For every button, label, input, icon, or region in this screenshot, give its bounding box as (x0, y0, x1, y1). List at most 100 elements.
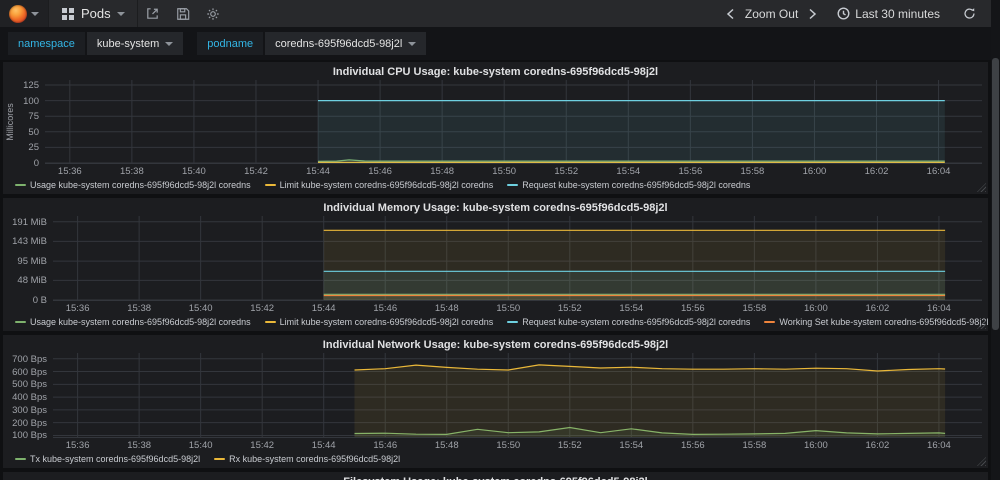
x-tick-label: 15:36 (66, 440, 90, 451)
x-tick-label: 16:04 (927, 440, 951, 451)
x-tick-label: 15:46 (373, 303, 397, 314)
x-tick-label: 15:46 (368, 166, 392, 177)
panel-title[interactable]: Filesystem Usage: kube-system coredns-69… (3, 474, 988, 480)
legend-item[interactable]: Limit kube-system coredns-695f96dcd5-98j… (265, 317, 494, 327)
time-shift-back-button[interactable] (720, 8, 741, 20)
x-tick-label: 15:56 (678, 166, 702, 177)
time-shift-forward-button[interactable] (802, 8, 823, 20)
time-range-label: Last 30 minutes (855, 7, 940, 21)
y-tick-label: 95 MiB (17, 256, 47, 267)
y-tick-label: 600 Bps (12, 367, 47, 378)
dashboard-picker[interactable]: Pods (48, 0, 138, 27)
x-tick-label: 15:40 (182, 166, 206, 177)
panel-title[interactable]: Individual Memory Usage: kube-system cor… (3, 200, 988, 216)
scrollbar-thumb[interactable] (992, 58, 999, 330)
legend-label: Limit kube-system coredns-695f96dcd5-98j… (280, 180, 494, 190)
y-tick-label: 191 MiB (12, 217, 47, 228)
panel-network-usage: Individual Network Usage: kube-system co… (3, 335, 988, 468)
save-button[interactable] (168, 0, 198, 27)
y-tick-label: 25 (28, 142, 39, 153)
legend-label: Request kube-system coredns-695f96dcd5-9… (522, 180, 750, 190)
variable-podname-value: coredns-695f96dcd5-98j2l (275, 38, 402, 50)
x-tick-label: 16:00 (803, 166, 827, 177)
panel-title[interactable]: Individual Network Usage: kube-system co… (3, 337, 988, 353)
variable-podname-dropdown[interactable]: coredns-695f96dcd5-98j2l (265, 32, 426, 55)
legend-item[interactable]: Usage kube-system coredns-695f96dcd5-98j… (15, 317, 251, 327)
y-tick-label: 143 MiB (12, 236, 47, 247)
legend-label: Usage kube-system coredns-695f96dcd5-98j… (30, 317, 251, 327)
refresh-button[interactable] (954, 0, 984, 27)
x-tick-label: 15:54 (619, 440, 643, 451)
y-tick-label: 400 Bps (12, 392, 47, 403)
cpu-chart-plot[interactable] (45, 80, 982, 164)
panel-title[interactable]: Individual CPU Usage: kube-system coredn… (3, 64, 988, 80)
y-axis-ticks: 100 Bps200 Bps300 Bps400 Bps500 Bps600 B… (3, 353, 53, 438)
variable-namespace-dropdown[interactable]: kube-system (87, 32, 183, 55)
share-button[interactable] (138, 0, 168, 27)
dashboard-panels: Individual CPU Usage: kube-system coredn… (0, 60, 1000, 480)
zoom-out-button[interactable]: Zoom Out (745, 7, 798, 21)
x-tick-label: 15:42 (250, 303, 274, 314)
x-tick-label: 15:46 (373, 440, 397, 451)
clock-icon (837, 7, 850, 20)
x-tick-label: 16:02 (866, 440, 890, 451)
y-tick-label: 700 Bps (12, 354, 47, 365)
cpu-legend: Usage kube-system coredns-695f96dcd5-98j… (3, 178, 988, 194)
time-controls: Zoom Out Last 30 minutes (720, 0, 1000, 27)
y-tick-label: 0 B (33, 295, 47, 306)
chevron-down-icon (165, 42, 173, 50)
x-tick-label: 15:50 (496, 440, 520, 451)
time-range-picker[interactable]: Last 30 minutes (827, 7, 950, 21)
y-axis-ticks: 0 B48 MiB95 MiB143 MiB191 MiB (3, 216, 53, 301)
settings-button[interactable] (198, 0, 228, 27)
share-icon (145, 6, 160, 21)
x-tick-label: 15:48 (435, 440, 459, 451)
x-axis-ticks: 15:3615:3815:4015:4215:4415:4615:4815:50… (53, 301, 982, 315)
x-tick-label: 15:56 (681, 440, 705, 451)
x-tick-label: 15:50 (496, 303, 520, 314)
x-tick-label: 16:04 (927, 166, 951, 177)
panel-filesystem-usage: Filesystem Usage: kube-system coredns-69… (3, 472, 988, 480)
x-tick-label: 15:52 (554, 166, 578, 177)
variable-namespace: namespace kube-system (8, 32, 183, 55)
save-icon (176, 7, 190, 21)
x-tick-label: 15:38 (120, 166, 144, 177)
grafana-logo-menu[interactable] (0, 0, 48, 27)
network-chart-plot[interactable] (53, 353, 982, 438)
legend-item[interactable]: Request kube-system coredns-695f96dcd5-9… (507, 317, 750, 327)
legend-item[interactable]: Request kube-system coredns-695f96dcd5-9… (507, 180, 750, 190)
legend-item[interactable]: Tx kube-system coredns-695f96dcd5-98j2l (15, 454, 200, 464)
x-tick-label: 15:38 (127, 440, 151, 451)
variable-podname: podname coredns-695f96dcd5-98j2l (197, 32, 426, 55)
chevron-down-icon (117, 12, 125, 20)
legend-color-swatch (265, 321, 276, 323)
x-tick-label: 15:48 (435, 303, 459, 314)
page-scrollbar (991, 0, 1000, 480)
y-tick-label: 100 (23, 96, 39, 107)
legend-color-swatch (15, 321, 26, 323)
y-tick-label: 75 (28, 111, 39, 122)
legend-item[interactable]: Limit kube-system coredns-695f96dcd5-98j… (265, 180, 494, 190)
y-tick-label: 500 Bps (12, 379, 47, 390)
legend-item[interactable]: Usage kube-system coredns-695f96dcd5-98j… (15, 180, 251, 190)
x-tick-label: 16:04 (927, 303, 951, 314)
x-tick-label: 16:00 (804, 303, 828, 314)
legend-color-swatch (15, 184, 26, 186)
chevron-left-icon (726, 8, 735, 20)
y-axis-ticks: 0255075100125 (16, 80, 45, 164)
legend-label: Limit kube-system coredns-695f96dcd5-98j… (280, 317, 494, 327)
y-axis-caption: Millicores (3, 80, 16, 164)
legend-label: Rx kube-system coredns-695f96dcd5-98j2l (229, 454, 400, 464)
legend-color-swatch (507, 321, 518, 323)
chevron-down-icon (31, 12, 39, 20)
legend-item[interactable]: Rx kube-system coredns-695f96dcd5-98j2l (214, 454, 400, 464)
legend-item[interactable]: Working Set kube-system coredns-695f96dc… (764, 317, 988, 327)
variable-namespace-value: kube-system (97, 38, 159, 50)
x-tick-label: 15:42 (244, 166, 268, 177)
chevron-down-icon (408, 42, 416, 50)
legend-color-swatch (214, 458, 225, 460)
memory-chart-plot[interactable] (53, 216, 982, 301)
y-tick-label: 100 Bps (12, 430, 47, 441)
x-tick-label: 16:00 (804, 440, 828, 451)
panel-cpu-usage: Individual CPU Usage: kube-system coredn… (3, 62, 988, 194)
